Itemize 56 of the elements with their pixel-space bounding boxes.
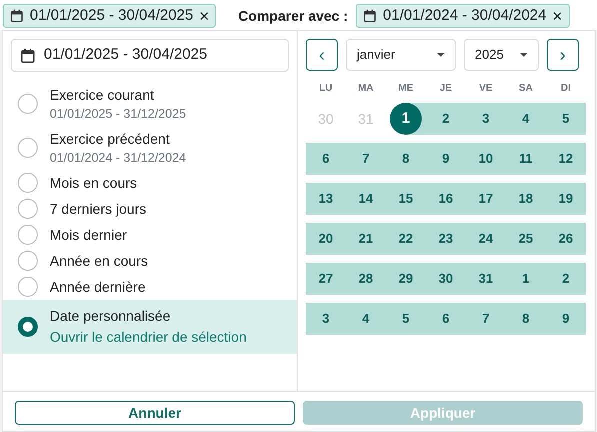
weekday-label: DI [560, 82, 572, 96]
calendar-icon [10, 9, 24, 23]
radio-button[interactable] [18, 317, 38, 337]
caret-icon [437, 53, 445, 57]
radio-button[interactable] [18, 251, 38, 271]
preset-option[interactable]: Mois dernier [3, 222, 297, 248]
preset-option[interactable]: Année dernière [3, 274, 297, 300]
field-value: 01/01/2025 - 30/04/2025 [44, 45, 208, 66]
previous-month-button[interactable]: ‹ [306, 39, 338, 71]
year-value: 2025 [475, 46, 504, 64]
preset-option[interactable]: Année en cours [3, 248, 297, 274]
option-label: Année en cours [50, 252, 148, 271]
option-date-range: 01/01/2024 - 31/12/2024 [50, 150, 186, 167]
caret-icon [520, 53, 528, 57]
radio-button[interactable] [18, 138, 38, 158]
radio-button[interactable] [18, 199, 38, 219]
radio-button[interactable] [18, 225, 38, 245]
chip-label: 01/01/2024 - 30/04/2024 [383, 6, 547, 26]
radio-button[interactable] [18, 173, 38, 193]
option-label: 7 derniers jours [50, 200, 146, 219]
radio-button[interactable] [18, 94, 38, 114]
preset-option[interactable]: Exercice courant 01/01/2025 - 31/12/2025 [3, 82, 297, 126]
preset-option[interactable]: Mois en cours [3, 170, 297, 196]
chip-label: 01/01/2025 - 30/04/2025 [30, 6, 194, 26]
preset-option[interactable]: Date personnalisée Ouvrir le calendrier de sélection [3, 300, 297, 354]
next-month-button[interactable]: › [547, 39, 579, 71]
preset-option[interactable]: 7 derniers jours [3, 196, 297, 222]
option-label: Mois dernier [50, 226, 128, 245]
option-label: Date personnalisée [50, 307, 172, 326]
month-select[interactable]: janvier [346, 39, 456, 71]
compare-label: Comparer avec : [238, 6, 348, 26]
option-date-range: 01/01/2025 - 31/12/2025 [50, 106, 186, 123]
weekday-label: JE [438, 82, 454, 96]
weekday-label: LU [318, 82, 334, 96]
calendar-link[interactable]: Ouvrir le calendrier de sélection [50, 326, 247, 348]
month-value: janvier [357, 46, 396, 64]
close-icon[interactable]: × [199, 8, 210, 24]
weekday-label: VE [478, 82, 494, 96]
weekday-label: SA [518, 82, 534, 96]
option-label: Exercice courant [50, 86, 156, 105]
compare-date-chip[interactable]: 01/01/2024 - 30/04/2024 × [356, 4, 570, 28]
weekday-label: MA [357, 82, 375, 96]
cancel-button[interactable]: Annuler [15, 401, 295, 425]
calendar-icon [363, 9, 378, 23]
close-icon[interactable]: × [552, 8, 563, 24]
calendar-icon [20, 48, 36, 64]
weekday-label: ME [398, 82, 414, 96]
preset-option[interactable]: Exercice précédent 01/01/2024 - 31/12/2024 [3, 126, 297, 170]
year-select[interactable]: 2025 [464, 39, 539, 71]
date-filter-chip[interactable]: 01/01/2025 - 30/04/2025 × [3, 4, 216, 28]
date-range-field[interactable]: 01/01/2025 - 30/04/2025 [11, 39, 289, 72]
option-label: Exercice précédent [50, 130, 171, 149]
radio-button[interactable] [18, 277, 38, 297]
calendar-day[interactable]: 1 [390, 103, 422, 135]
option-label: Année dernière [50, 278, 146, 297]
option-label: Mois en cours [50, 174, 138, 193]
